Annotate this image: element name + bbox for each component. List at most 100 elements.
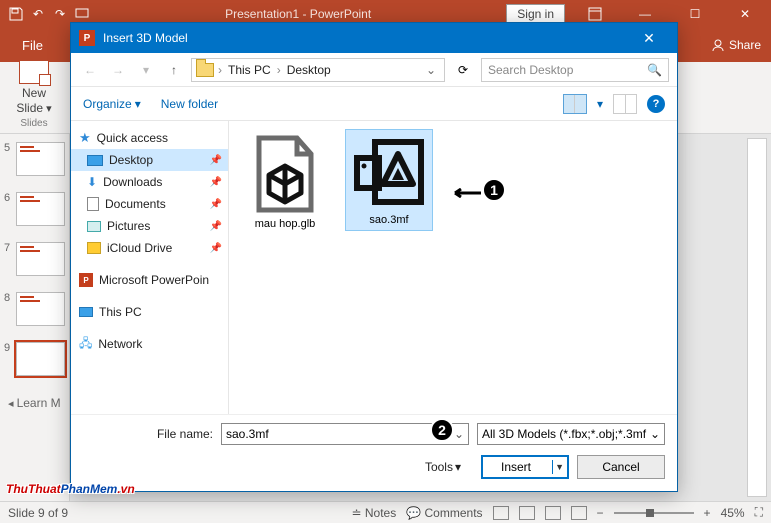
view-mode-button[interactable] bbox=[563, 94, 587, 114]
file-tab[interactable]: File bbox=[10, 34, 55, 57]
tree-ms-powerpoint[interactable]: PMicrosoft PowerPoin bbox=[71, 269, 228, 291]
slide-thumbnails-panel: 5 6 7 8 9 ◂ Learn M bbox=[0, 134, 70, 501]
file-type-filter[interactable]: All 3D Models (*.fbx;*.obj;*.3mf ⌄ bbox=[477, 423, 665, 445]
dialog-close-icon[interactable]: ✕ bbox=[629, 23, 669, 53]
file-label: sao.3mf bbox=[369, 214, 408, 226]
slide-thumb[interactable]: 5 bbox=[4, 142, 65, 176]
chevron-down-icon[interactable]: ⌄ bbox=[454, 427, 464, 441]
filename-label: File name: bbox=[83, 427, 213, 441]
reading-view-icon[interactable] bbox=[545, 506, 561, 520]
chevron-down-icon[interactable]: ▾ bbox=[597, 97, 603, 111]
search-input[interactable]: Search Desktop 🔍 bbox=[481, 58, 669, 82]
tree-downloads[interactable]: ⬇Downloads📌 bbox=[71, 171, 228, 193]
insert-3d-model-dialog: P Insert 3D Model ✕ ← → ▾ ↑ › This PC › … bbox=[70, 22, 678, 492]
breadcrumb-segment[interactable]: Desktop bbox=[285, 63, 333, 77]
file-3mf-icon bbox=[351, 134, 427, 210]
search-placeholder: Search Desktop bbox=[488, 63, 573, 77]
chevron-down-icon[interactable]: ▼ bbox=[555, 462, 564, 472]
undo-icon[interactable]: ↶ bbox=[30, 6, 46, 22]
slide-thumb[interactable]: 8 bbox=[4, 292, 65, 326]
nav-forward-icon[interactable]: → bbox=[107, 59, 129, 81]
zoom-in-icon[interactable]: + bbox=[704, 506, 711, 520]
learn-more-link[interactable]: ◂ Learn M bbox=[0, 392, 69, 414]
new-folder-button[interactable]: New folder bbox=[161, 97, 218, 111]
file-list[interactable]: mau hop.glb sao.3mf bbox=[229, 121, 677, 414]
slide-counter: Slide 9 of 9 bbox=[8, 506, 68, 520]
nav-up-icon[interactable]: ↑ bbox=[163, 59, 185, 81]
network-icon: 🖧 bbox=[79, 334, 92, 355]
share-icon bbox=[711, 38, 725, 52]
file-label: mau hop.glb bbox=[255, 218, 316, 230]
pin-icon: 📌 bbox=[210, 155, 222, 166]
folder-icon bbox=[87, 242, 101, 254]
breadcrumb[interactable]: › This PC › Desktop ⌄ bbox=[191, 58, 445, 82]
pictures-icon bbox=[87, 221, 101, 232]
zoom-out-icon[interactable]: − bbox=[597, 506, 604, 520]
pin-icon: 📌 bbox=[210, 221, 222, 232]
start-icon[interactable] bbox=[74, 6, 90, 22]
maximize-icon[interactable]: ☐ bbox=[675, 0, 715, 28]
filename-value: sao.3mf bbox=[226, 427, 269, 441]
save-icon[interactable] bbox=[8, 6, 24, 22]
refresh-icon[interactable]: ⟳ bbox=[451, 58, 475, 82]
slide-thumb[interactable]: 9 bbox=[4, 342, 65, 376]
search-icon: 🔍 bbox=[647, 63, 662, 77]
nav-recent-icon[interactable]: ▾ bbox=[135, 59, 157, 81]
breadcrumb-dropdown-icon[interactable]: ⌄ bbox=[422, 63, 440, 77]
breadcrumb-segment[interactable]: This PC bbox=[226, 63, 273, 77]
fit-window-icon[interactable]: ⛶ bbox=[755, 505, 763, 520]
chevron-down-icon: ▾ bbox=[135, 97, 141, 111]
pin-icon: 📌 bbox=[210, 243, 222, 254]
powerpoint-icon: P bbox=[79, 30, 95, 46]
tree-documents[interactable]: Documents📌 bbox=[71, 193, 228, 215]
signin-button[interactable]: Sign in bbox=[506, 4, 565, 24]
slide-thumb[interactable]: 7 bbox=[4, 242, 65, 276]
filename-input[interactable]: sao.3mf ⌄ bbox=[221, 423, 469, 445]
insert-button[interactable]: Insert▼ bbox=[481, 455, 569, 479]
app-title: Presentation1 - PowerPoint bbox=[90, 7, 506, 21]
notes-button[interactable]: ≐ Notes bbox=[351, 506, 396, 520]
file-item-3mf[interactable]: sao.3mf bbox=[345, 129, 433, 231]
tree-this-pc[interactable]: This PC bbox=[71, 301, 228, 323]
sorter-view-icon[interactable] bbox=[519, 506, 535, 520]
chevron-down-icon: ⌄ bbox=[650, 427, 660, 441]
powerpoint-icon: P bbox=[79, 273, 93, 287]
download-icon: ⬇ bbox=[87, 175, 97, 189]
organize-button[interactable]: Organize ▾ bbox=[83, 97, 141, 111]
chevron-down-icon: ▾ bbox=[455, 460, 461, 474]
zoom-level[interactable]: 45% bbox=[721, 506, 745, 520]
slide-thumb[interactable]: 6 bbox=[4, 192, 65, 226]
comments-button[interactable]: 💬 Comments bbox=[406, 506, 482, 520]
tree-network[interactable]: 🖧Network bbox=[71, 333, 228, 355]
help-icon[interactable]: ? bbox=[647, 95, 665, 113]
slideshow-view-icon[interactable] bbox=[571, 506, 587, 520]
pc-icon bbox=[79, 307, 93, 317]
dialog-title: Insert 3D Model bbox=[103, 31, 629, 45]
close-window-icon[interactable]: ✕ bbox=[725, 0, 765, 28]
tree-desktop[interactable]: Desktop📌 bbox=[71, 149, 228, 171]
cancel-button[interactable]: Cancel bbox=[577, 455, 665, 479]
normal-view-icon[interactable] bbox=[493, 506, 509, 520]
file-3d-icon bbox=[251, 134, 319, 214]
nav-back-icon[interactable]: ← bbox=[79, 59, 101, 81]
tree-pictures[interactable]: Pictures📌 bbox=[71, 215, 228, 237]
share-label: Share bbox=[729, 38, 761, 52]
new-slide-button[interactable]: NewSlide ▾ Slides bbox=[8, 60, 60, 129]
dialog-titlebar[interactable]: P Insert 3D Model ✕ bbox=[71, 23, 677, 53]
file-item-glb[interactable]: mau hop.glb bbox=[241, 129, 329, 235]
preview-pane-button[interactable] bbox=[613, 94, 637, 114]
share-button[interactable]: Share bbox=[711, 38, 761, 52]
redo-icon[interactable]: ↷ bbox=[52, 6, 68, 22]
tools-button[interactable]: Tools ▾ bbox=[425, 460, 461, 474]
navigation-tree: ★Quick access Desktop📌 ⬇Downloads📌 Docum… bbox=[71, 121, 229, 414]
pin-icon: 📌 bbox=[210, 199, 222, 210]
tree-icloud[interactable]: iCloud Drive📌 bbox=[71, 237, 228, 259]
tree-quick-access[interactable]: ★Quick access bbox=[71, 127, 228, 149]
address-bar-row: ← → ▾ ↑ › This PC › Desktop ⌄ ⟳ Search D… bbox=[71, 53, 677, 87]
filter-label: All 3D Models (*.fbx;*.obj;*.3mf bbox=[482, 427, 646, 441]
document-icon bbox=[87, 197, 99, 211]
pin-icon: 📌 bbox=[210, 177, 222, 188]
dialog-toolbar: Organize ▾ New folder ▾ ? bbox=[71, 87, 677, 121]
zoom-slider[interactable] bbox=[614, 512, 694, 514]
dialog-bottom-bar: File name: sao.3mf ⌄ All 3D Models (*.fb… bbox=[71, 414, 677, 491]
